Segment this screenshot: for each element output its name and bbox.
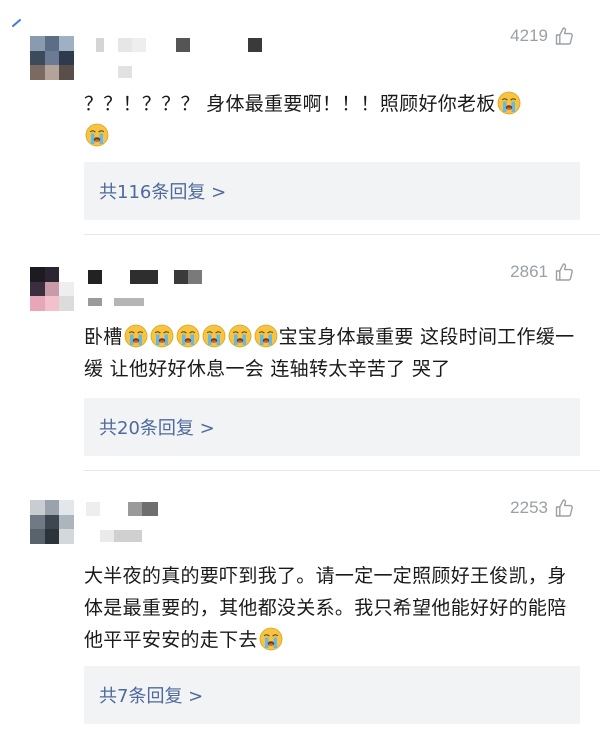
crying-face-icon — [150, 324, 174, 348]
comment-text: 大半夜的真的要吓到我了。请一定一定照顾好王俊凯，身体是最重要的，其他都没关系。我… — [84, 560, 584, 656]
comment-text-body: ？？！？？？ 身体最重要啊！！！照顾好你老板 — [84, 93, 496, 115]
crying-face-icon — [259, 627, 283, 651]
view-replies-label: 共116条回复 > — [99, 182, 227, 203]
crying-face-icon — [176, 324, 200, 348]
avatar[interactable] — [30, 36, 74, 80]
like-count-text: 2253 — [510, 498, 548, 517]
avatar[interactable] — [30, 500, 74, 544]
username-redacted[interactable] — [84, 30, 284, 80]
divider — [84, 470, 600, 471]
view-replies-button[interactable]: 共116条回复 > — [84, 162, 580, 220]
like-count-text: 4219 — [510, 26, 548, 45]
like-count[interactable]: 2861 — [510, 257, 574, 287]
divider — [84, 234, 600, 235]
avatar[interactable] — [30, 267, 74, 311]
crying-face-icon — [124, 324, 148, 348]
comment-text-prefix: 卧槽 — [84, 326, 123, 348]
corner-mark-icon — [12, 19, 21, 27]
thumbs-up-icon[interactable] — [554, 498, 574, 518]
like-count[interactable]: 2253 — [510, 493, 574, 523]
crying-face-icon — [254, 324, 278, 348]
view-replies-button[interactable]: 共20条回复 > — [84, 398, 580, 456]
like-count-text: 2861 — [510, 262, 548, 281]
crying-face-icon — [202, 324, 226, 348]
comment-text-body: 大半夜的真的要吓到我了。请一定一定照顾好王俊凯，身体是最重要的，其他都没关系。我… — [84, 565, 567, 651]
comment-text: ？？！？？？ 身体最重要啊！！！照顾好你老板 — [84, 88, 584, 152]
crying-face-icon — [85, 123, 109, 147]
comment-text: 卧槽 宝宝身体最重要 这段时间工作缓一缓 让他好好休息一会 连轴转太辛苦了 哭了 — [84, 321, 584, 385]
crying-face-icon — [228, 324, 252, 348]
username-redacted[interactable] — [84, 262, 284, 312]
view-replies-label: 共7条回复 > — [99, 686, 204, 707]
crying-face-icon — [497, 91, 521, 115]
view-replies-label: 共20条回复 > — [99, 418, 215, 439]
thumbs-up-icon[interactable] — [554, 26, 574, 46]
username-redacted[interactable] — [84, 496, 284, 546]
view-replies-button[interactable]: 共7条回复 > — [84, 666, 580, 724]
thumbs-up-icon[interactable] — [554, 262, 574, 282]
like-count[interactable]: 4219 — [510, 21, 574, 51]
